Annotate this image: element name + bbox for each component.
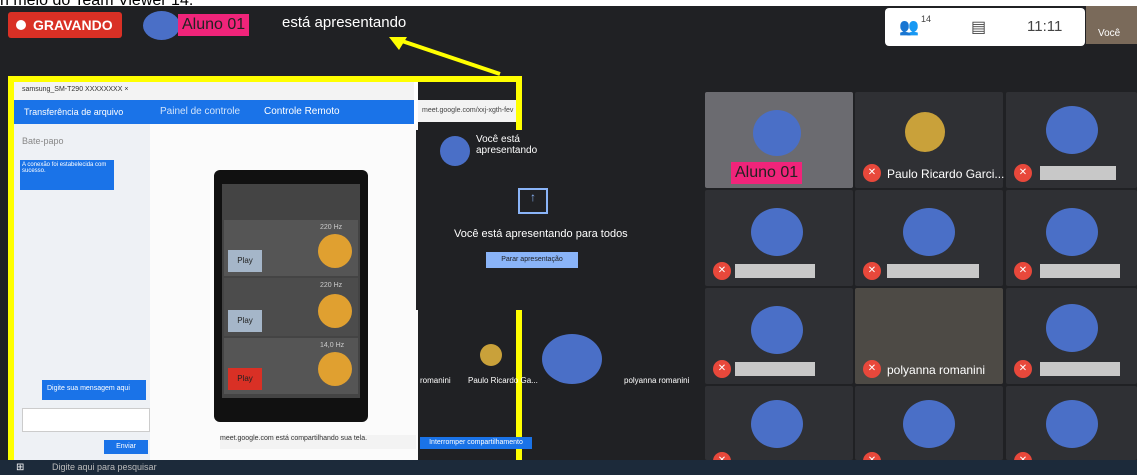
teamviewer-toolbar: Transferência de arquivo Painel de contr… [14, 100, 414, 124]
avatar [1046, 106, 1098, 154]
self-video-tile[interactable]: Você [1086, 6, 1137, 44]
freq-label-2: 220 Hz [320, 282, 343, 289]
freq-label-1: 220 Hz [320, 224, 343, 231]
freq-label-3: 14,0 Hz [320, 342, 345, 349]
play-button-3[interactable]: Play [228, 368, 262, 390]
teamviewer-titlebar: samsung_SM-T290 XXXXXXXX × [14, 82, 414, 100]
tile-name-redacted [1040, 362, 1120, 376]
tile-name: polyanna romanini [887, 363, 986, 377]
share-notice: meet.google.com está compartilhando sua … [220, 435, 416, 449]
channel-2: 220 Hz Play [224, 278, 358, 336]
mic-off-icon: ✕ [863, 262, 881, 280]
tile-name-tag: Aluno 01 [731, 162, 803, 184]
tab-control-panel[interactable]: Painel de controle [160, 106, 240, 117]
participant-tile[interactable]: ✕ [705, 288, 853, 384]
channel-3: 14,0 Hz Play [224, 338, 358, 394]
chat-panel: Bate-papo A conexão foi estabelecida com… [14, 124, 150, 462]
inner-url-bar: meet.google.com/xxj-xgth-fev [418, 100, 516, 122]
chat-input[interactable] [22, 408, 150, 432]
knob-3[interactable] [318, 352, 352, 386]
inner-presenting-heading: Você está apresentando [476, 134, 538, 156]
avatar [903, 208, 955, 256]
stop-sharing-button[interactable]: Interromper compartilhamento [420, 437, 532, 449]
avatar [1046, 400, 1098, 448]
mic-off-icon: ✕ [1014, 360, 1032, 378]
avatar [751, 400, 803, 448]
inner-meet-content: Você está apresentando ↑ Você está apres… [416, 130, 696, 310]
avatar [143, 11, 180, 40]
mic-off-icon: ✕ [713, 262, 731, 280]
file-transfer-button[interactable]: Transferência de arquivo [24, 107, 123, 117]
avatar [480, 344, 502, 366]
avatar [542, 334, 602, 384]
play-button-2[interactable]: Play [228, 310, 262, 332]
clock-time: 11:11 [1027, 18, 1063, 35]
window-title: samsung_SM-T290 XXXXXXXX × [22, 86, 129, 93]
self-label: Você [1098, 28, 1121, 39]
presenting-all-text: Você está apresentando para todos [454, 228, 628, 240]
participant-tile[interactable]: ✕ [1006, 92, 1137, 188]
tile-name-redacted [735, 264, 815, 278]
knob-2[interactable] [318, 294, 352, 328]
participant-tile[interactable]: ✕ [1006, 190, 1137, 286]
participant-tile[interactable]: ✕ [1006, 386, 1137, 470]
participant-tile[interactable]: ✕ [855, 190, 1003, 286]
url-text: meet.google.com/xxj-xgth-fev [422, 107, 514, 114]
avatar [903, 400, 955, 448]
avatar [751, 306, 803, 354]
mic-off-icon: ✕ [863, 164, 881, 182]
avatar [753, 110, 801, 156]
participant-tile[interactable]: ✕ [1006, 288, 1137, 384]
avatar [1046, 304, 1098, 352]
chat-input-hint: Digite sua mensagem aqui [42, 380, 146, 400]
participant-tile[interactable]: ✕ [705, 386, 853, 470]
recording-button[interactable]: GRAVANDO [8, 12, 122, 38]
arrow-annotation [389, 37, 501, 76]
stop-presenting-button[interactable]: Parar apresentação [486, 252, 578, 268]
tile-name-redacted [735, 362, 815, 376]
chat-icon[interactable]: ▤ [971, 17, 986, 37]
upload-icon: ↑ [518, 188, 548, 214]
participant-tile[interactable]: Aluno 01 [705, 92, 853, 188]
avatar [440, 136, 470, 166]
chat-message: A conexão foi estabelecida com sucesso. [20, 160, 114, 190]
people-icon[interactable]: 👥 [899, 17, 919, 37]
send-button[interactable]: Enviar [104, 440, 148, 454]
record-icon [16, 20, 26, 30]
channel-1: 220 Hz Play [224, 220, 358, 276]
windows-taskbar: ⊞ Digite aqui para pesquisar [0, 460, 1137, 475]
tab-remote-control[interactable]: Controle Remoto [264, 106, 340, 117]
play-button-1[interactable]: Play [228, 250, 262, 272]
participants-count: 14 [921, 14, 932, 24]
tile-name: polyanna romanini [624, 376, 690, 385]
phone-screen: 220 Hz Play 220 Hz Play 14,0 Hz Play [214, 170, 368, 422]
inner-tiles: romanini Paulo Ricardo Ga... polyanna ro… [420, 326, 696, 400]
mic-off-icon: ✕ [1014, 262, 1032, 280]
tile-name: Paulo Ricardo Garci... [887, 167, 1005, 181]
mic-off-icon: ✕ [1014, 164, 1032, 182]
mic-off-icon: ✕ [713, 360, 731, 378]
windows-start-icon[interactable]: ⊞ [16, 462, 24, 473]
chat-title: Bate-papo [22, 136, 64, 146]
mic-off-icon: ✕ [863, 360, 881, 378]
tile-name-redacted [887, 264, 979, 278]
avatar [751, 208, 803, 256]
participant-tile[interactable]: ✕ Paulo Ricardo Garci... [855, 92, 1005, 188]
avatar [905, 112, 945, 152]
presenting-status-text: está apresentando [282, 14, 407, 31]
tile-name-redacted [1040, 166, 1116, 180]
recording-label: GRAVANDO [33, 17, 113, 33]
participant-tile[interactable]: ✕ polyanna romanini [855, 288, 1003, 384]
taskbar-search[interactable]: Digite aqui para pesquisar [52, 462, 157, 472]
tile-name: romanini [420, 376, 451, 385]
participant-tile[interactable]: ✕ [705, 190, 853, 286]
tile-name-redacted [1040, 264, 1120, 278]
tile-name: Paulo Ricardo Ga... [468, 376, 538, 385]
presenter-name-label: Aluno 01 [178, 14, 250, 36]
participant-tile[interactable]: ✕ [855, 386, 1003, 470]
meet-top-controls: 👥 14 ▤ 11:11 [885, 8, 1085, 46]
avatar [1046, 208, 1098, 256]
knob-1[interactable] [318, 234, 352, 268]
